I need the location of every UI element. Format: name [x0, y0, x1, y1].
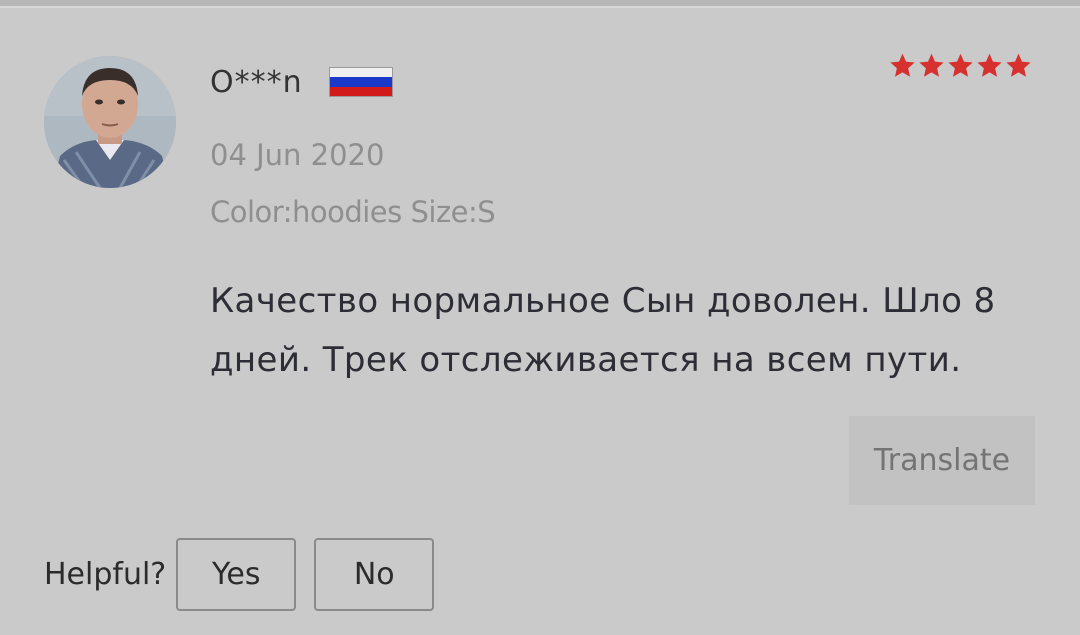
- review-text: Качество нормальное Сын доволен. Шло 8 д…: [210, 281, 996, 380]
- product-variant: Color:hoodies Size:S: [210, 195, 496, 229]
- helpful-label: Helpful?: [44, 557, 167, 592]
- star-icon: [890, 53, 915, 77]
- reviewer-name: O***n: [210, 64, 303, 100]
- no-button[interactable]: No: [314, 538, 435, 611]
- yes-button[interactable]: Yes: [176, 538, 297, 611]
- star-icon: [919, 53, 944, 77]
- star-icon: [948, 53, 973, 77]
- russia-flag-icon: [328, 67, 393, 97]
- star-icon: [977, 53, 1002, 77]
- review-date: 04 Jun 2020: [210, 138, 385, 172]
- translate-button[interactable]: Translate: [849, 416, 1035, 505]
- helpful-section: Helpful? Yes No: [44, 538, 435, 611]
- top-divider: [0, 0, 1080, 8]
- star-icon: [1006, 53, 1031, 77]
- reviewer-header: O***n: [210, 60, 393, 104]
- avatar: [44, 56, 176, 188]
- star-rating: [889, 52, 1032, 79]
